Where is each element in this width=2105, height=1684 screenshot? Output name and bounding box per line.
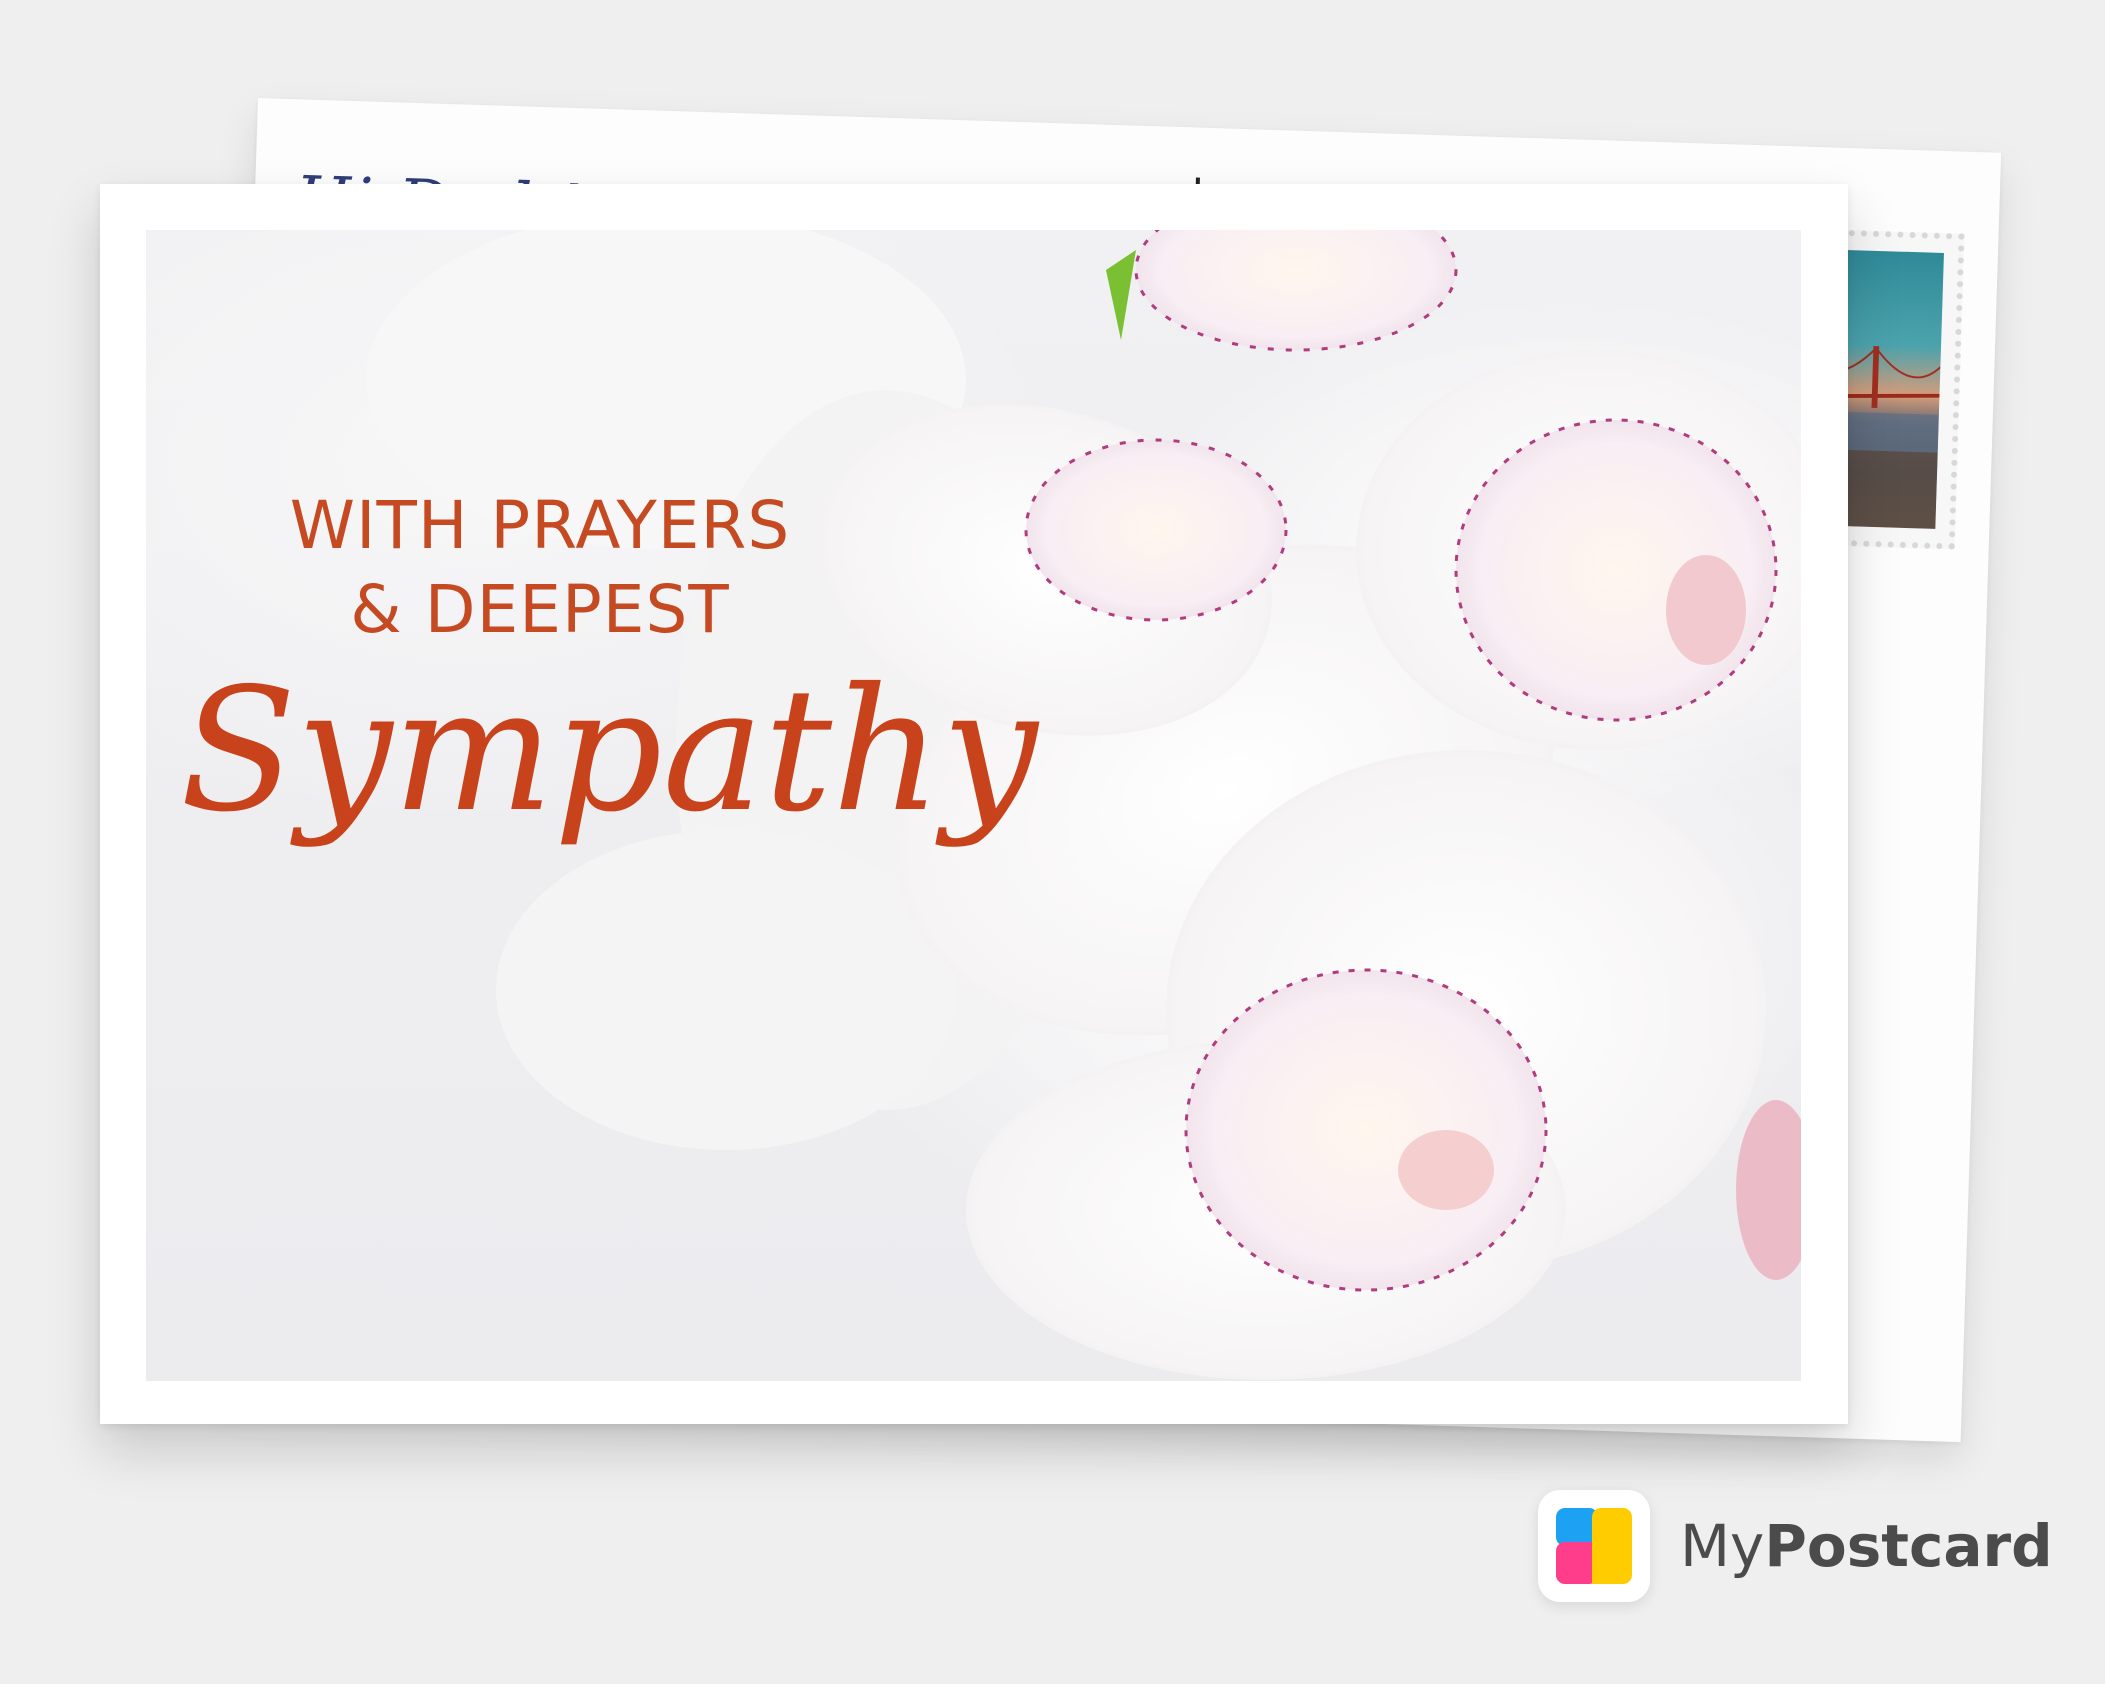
brand-logo-icon <box>1538 1490 1650 1602</box>
logo-squares-icon <box>1556 1508 1632 1584</box>
brand-wordmark: MyPostcard <box>1680 1512 2053 1580</box>
greeting-text-block: WITH PRAYERS & DEEPEST Sympathy <box>180 484 1038 850</box>
brand-name-my: My <box>1680 1512 1765 1580</box>
brand-name-postcard: Postcard <box>1764 1512 2053 1580</box>
brand-logo[interactable]: MyPostcard <box>1538 1490 2053 1602</box>
greeting-line-1: WITH PRAYERS <box>289 487 791 564</box>
greeting-line-2: & DEEPEST <box>350 571 730 648</box>
greeting-script-word: Sympathy <box>180 652 1038 850</box>
postcard-front: WITH PRAYERS & DEEPEST Sympathy <box>100 184 1848 1424</box>
